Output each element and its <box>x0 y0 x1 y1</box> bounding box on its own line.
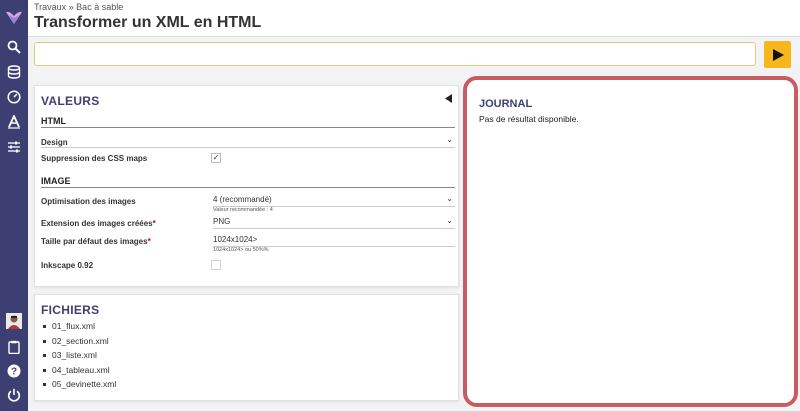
extension-select[interactable]: PNG ⌄ <box>213 216 455 229</box>
file-name: 05_devinette.xml <box>52 379 117 389</box>
run-button[interactable] <box>764 41 791 68</box>
extension-value: PNG <box>213 217 231 226</box>
optimisation-hint: Valeur recommandée : 4 <box>213 207 273 213</box>
inkscape-label: Inkscape 0.92 <box>41 261 94 270</box>
inkscape-checkbox[interactable] <box>211 260 221 270</box>
optimisation-select[interactable]: 4 (recommandé) ⌄ <box>213 194 455 207</box>
user-avatar[interactable] <box>4 311 24 331</box>
values-panel-title: Valeurs <box>41 94 100 108</box>
journal-title: Journal <box>479 98 533 110</box>
extension-label: Extension des images créées* <box>41 219 156 228</box>
image-size-value: 1024x1024> <box>213 235 258 244</box>
database-icon[interactable] <box>4 62 24 82</box>
text-tool-icon[interactable] <box>4 112 24 132</box>
values-panel: Valeurs HTML Design ⌄ Suppression des CS… <box>34 85 459 287</box>
file-name: 04_tableau.xml <box>52 364 110 375</box>
bullet-icon <box>43 339 46 343</box>
page-header: Travaux » Bac à sable Transformer un XML… <box>28 0 800 37</box>
list-item[interactable]: 01_flux.xml <box>43 319 116 334</box>
css-maps-checkbox[interactable]: ✓ <box>211 153 221 163</box>
chevron-down-icon: ⌄ <box>446 194 453 203</box>
extension-label-text: Extension des images créées <box>41 219 153 228</box>
chevron-down-icon: ⌄ <box>446 135 453 144</box>
required-mark: * <box>147 237 151 246</box>
breadcrumb[interactable]: Travaux » Bac à sable <box>34 2 123 12</box>
page-title: Transformer un XML en HTML <box>34 14 262 31</box>
file-name: 01_flux.xml <box>52 321 95 331</box>
files-panel: Fichiers 01_flux.xml 02_section.xml 03_l… <box>34 294 459 401</box>
help-icon[interactable]: ? <box>4 361 24 381</box>
sidebar: ? <box>0 0 28 411</box>
css-maps-label: Suppression des CSS maps <box>41 154 148 163</box>
command-input[interactable] <box>34 42 756 66</box>
list-item[interactable]: 05_devinette.xml <box>43 377 116 392</box>
required-mark: * <box>152 219 156 228</box>
clipboard-icon[interactable] <box>4 337 24 357</box>
svg-text:?: ? <box>11 367 17 378</box>
search-icon[interactable] <box>4 37 24 57</box>
list-item[interactable]: 04_tableau.xml <box>43 363 116 378</box>
image-size-input[interactable]: 1024x1024> <box>213 235 455 247</box>
files-panel-title: Fichiers <box>41 303 100 317</box>
journal-panel: Journal Pas de résultat disponible. <box>463 76 798 407</box>
file-name: 02_section.xml <box>52 335 109 346</box>
logo-icon[interactable] <box>4 8 24 28</box>
image-size-hint: 1024x1024> ou 50%% <box>213 247 269 253</box>
file-name: 03_liste.xml <box>52 350 97 360</box>
bullet-icon <box>43 368 46 372</box>
file-list: 01_flux.xml 02_section.xml 03_liste.xml … <box>43 319 116 392</box>
optimisation-value: 4 (recommandé) <box>213 195 272 204</box>
journal-message: Pas de résultat disponible. <box>479 114 579 124</box>
power-icon[interactable] <box>4 385 24 405</box>
chevron-down-icon: ⌄ <box>446 216 453 225</box>
image-size-label: Taille par défaut des images* <box>41 237 151 246</box>
play-icon <box>772 48 784 61</box>
design-select[interactable]: ⌄ <box>41 135 455 148</box>
bullet-icon <box>43 383 46 387</box>
sliders-icon[interactable] <box>4 137 24 157</box>
image-section-heading: Image <box>41 176 71 186</box>
list-item[interactable]: 02_section.xml <box>43 334 116 349</box>
image-size-label-text: Taille par défaut des images <box>41 237 148 246</box>
bullet-icon <box>43 354 46 358</box>
section-divider <box>41 127 455 128</box>
dashboard-icon[interactable] <box>4 87 24 107</box>
optimisation-label: Optimisation des images <box>41 197 136 206</box>
caret-left-icon[interactable] <box>445 94 452 103</box>
bullet-icon <box>43 325 46 329</box>
section-divider <box>41 187 455 188</box>
list-item[interactable]: 03_liste.xml <box>43 348 116 363</box>
html-section-heading: HTML <box>41 116 66 126</box>
